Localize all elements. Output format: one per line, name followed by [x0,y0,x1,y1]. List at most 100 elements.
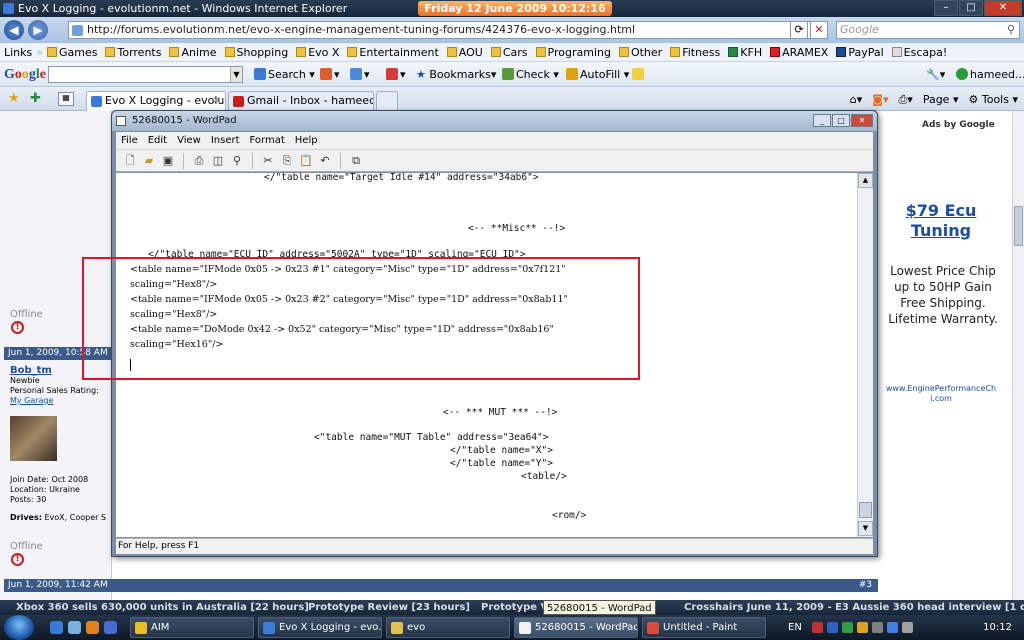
link-games[interactable]: Games [43,46,101,59]
warning-icon[interactable]: ! [11,321,24,334]
address-input[interactable]: http://forums.evolutionm.net/evo-x-engin… [68,21,828,39]
taskbar-button-aim[interactable]: AIM [130,617,254,638]
ticker-item[interactable]: Xbox 360 sells 630,000 units in Australi… [16,600,309,615]
link-kfh[interactable]: KFH [724,46,766,59]
paste-icon[interactable]: 📋 [298,153,314,169]
minimize-button[interactable]: – [934,0,958,16]
link-shopping[interactable]: Shopping [221,46,293,59]
ticker-item[interactable]: Crosshairs June 11, 2009 - E3 Aussie 360… [684,600,1024,615]
favorites-star-icon[interactable]: ★ [8,91,20,106]
save-icon[interactable]: ▣ [160,153,176,169]
link-entertainment[interactable]: Entertainment [343,46,442,59]
page-menu[interactable]: Page ▾ [923,93,959,107]
new-document-icon[interactable]: 🗋 [122,153,138,169]
post-number[interactable]: #3 [859,579,872,592]
link-cars[interactable]: Cars [487,46,532,59]
scroll-up-arrow-icon[interactable]: ▲ [858,173,873,188]
cut-icon[interactable]: ✂ [260,153,276,169]
menu-view[interactable]: View [172,135,206,146]
print-icon[interactable]: ⎙ [191,153,207,169]
menu-format[interactable]: Format [245,135,290,146]
print-icon[interactable]: ⎙▾ [898,93,912,107]
menu-file[interactable]: File [116,135,143,146]
ie-quicklaunch-icon[interactable] [50,621,63,634]
copy-icon[interactable]: ⎘ [279,153,295,169]
clock[interactable]: 10:12 [983,615,1012,640]
menu-help[interactable]: Help [290,135,323,146]
bookmarks-button[interactable]: ★ Bookmarks▾ [416,68,496,81]
link-paypal[interactable]: PayPal [832,46,887,59]
warning-icon[interactable]: ! [11,553,24,566]
network-icon[interactable] [887,622,898,633]
start-button[interactable] [4,615,34,640]
link-aou[interactable]: AOU [443,46,487,59]
search-icon[interactable]: ⚲ [1007,22,1015,38]
ad-url-link[interactable]: www.EnginePerformanceChi.com [884,384,998,404]
find-icon[interactable]: ⚲ [229,153,245,169]
undo-icon[interactable]: ↶ [317,153,333,169]
page-scrollbar[interactable] [1012,111,1024,604]
close-button[interactable]: ✕ [984,0,1022,16]
menu-edit[interactable]: Edit [143,135,172,146]
plus-icon[interactable]: ▾ [350,68,370,81]
ad-headline-link[interactable]: $79 Ecu Tuning [886,201,996,241]
link-anime[interactable]: Anime [165,46,220,59]
wordpad-scrollbar[interactable]: ▲ ▼ [857,173,873,537]
media-quicklaunch-icon[interactable] [86,621,99,634]
google-search-input[interactable]: ▼ [48,66,243,83]
add-favorite-icon[interactable]: ✚ [30,91,41,106]
stop-icon[interactable]: ✕ [810,21,828,39]
my-garage-link[interactable]: My Garage [10,396,112,406]
switch-windows-icon[interactable] [104,621,117,634]
quick-tabs-icon[interactable]: ▦ [58,92,74,106]
search-input[interactable]: Google ⚲ [836,21,1020,39]
taskbar-button-evo[interactable]: evo [386,617,510,638]
desktop-quicklaunch-icon[interactable] [68,621,81,634]
wordpad-maximize-button[interactable]: □ [832,114,850,127]
menu-insert[interactable]: Insert [206,135,245,146]
scrollbar-thumb[interactable] [859,502,872,518]
link-programing[interactable]: Programing [532,46,615,59]
new-tab-button[interactable] [376,91,398,111]
autofill-button[interactable]: AutoFill ▾ [566,68,629,81]
tab-evo-x-logging[interactable]: Evo X Logging - evoluti... ✕ [86,91,226,111]
wordpad-minimize-button[interactable]: _ [813,114,831,127]
refresh-icon[interactable]: ⟳ [790,21,808,39]
ticker-item[interactable]: Prototype Vi [481,600,552,615]
close-tab-icon[interactable]: ✕ [212,92,221,110]
tray-app-icon[interactable] [827,622,838,633]
print-preview-icon[interactable]: ◫ [210,153,226,169]
tab-gmail-inbox[interactable]: Gmail - Inbox - hameedos... [228,91,374,111]
news-icon[interactable]: ▾ [320,68,340,81]
maximize-button[interactable]: □ [959,0,983,16]
taskbar-button-wordpad[interactable]: 52680015 - WordPad [514,617,638,638]
spellcheck-button[interactable]: Check ▾ [502,68,559,81]
link-evo-x[interactable]: Evo X [292,46,343,59]
home-icon[interactable]: ⌂▾ [850,93,863,107]
chevron-down-icon[interactable]: ▼ [230,67,242,82]
scrollbar-thumb[interactable] [1014,206,1023,246]
taskbar-button-evo-x-logging[interactable]: Evo X Logging - evo... [258,617,382,638]
language-indicator[interactable]: EN [788,615,802,640]
highlight-icon[interactable] [632,68,646,81]
popup-blocker-icon[interactable]: ▾ [386,68,406,81]
open-folder-icon[interactable]: ▰ [141,153,157,169]
google-search-button[interactable]: Search ▾ [254,68,315,81]
tray-app-icon[interactable] [812,622,823,633]
feeds-icon[interactable]: ◙▾ [872,93,888,107]
taskbar-button-paint[interactable]: Untitled - Paint [642,617,766,638]
tray-app-icon[interactable] [842,622,853,633]
tray-app-icon[interactable] [872,622,883,633]
link-other[interactable]: Other [615,46,666,59]
insert-object-icon[interactable]: ⧉ [348,153,364,169]
account-button[interactable]: hameed... [956,68,1024,81]
wrench-icon[interactable]: 🔧▾ [926,68,945,81]
link-aramex[interactable]: ARAMEX [766,46,832,59]
link-torrents[interactable]: Torrents [101,46,165,59]
volume-icon[interactable] [902,622,913,633]
link-fitness[interactable]: Fitness [666,46,724,59]
scroll-down-arrow-icon[interactable]: ▼ [858,521,873,536]
wordpad-close-button[interactable]: ✕ [851,114,873,127]
ticker-item[interactable]: Prototype Review [23 hours] [308,600,470,615]
tray-app-icon[interactable] [857,622,868,633]
